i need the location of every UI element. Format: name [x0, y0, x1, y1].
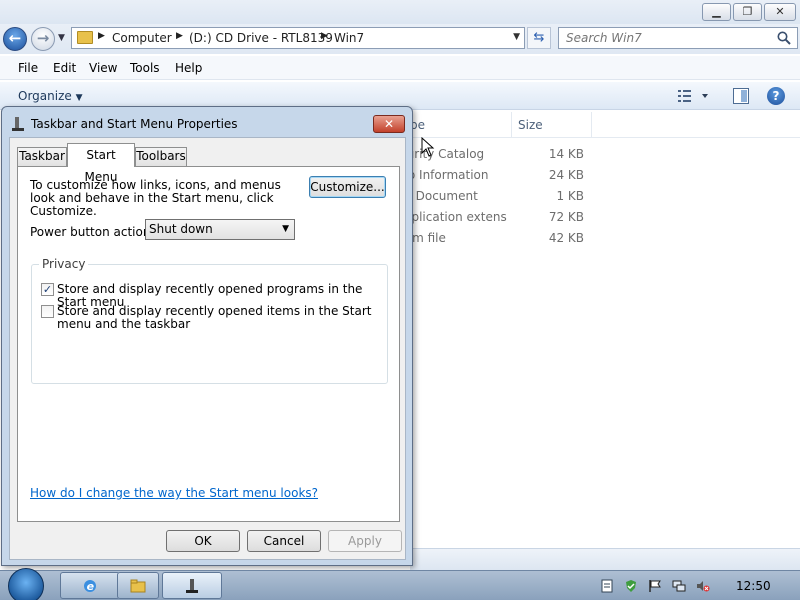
view-options-icon[interactable]: [677, 88, 711, 104]
menu-bar: File Edit View Tools Help: [0, 56, 800, 80]
file-size: 1 KB: [556, 189, 584, 203]
maximize-button[interactable]: ❐: [733, 3, 762, 21]
column-divider[interactable]: [511, 112, 512, 138]
dialog-title: Taskbar and Start Menu Properties: [31, 117, 238, 131]
taskbar-properties-window[interactable]: [162, 572, 222, 599]
tab-taskbar[interactable]: Taskbar: [17, 147, 67, 166]
flag-icon[interactable]: [648, 579, 662, 593]
file-size: 42 KB: [548, 231, 584, 245]
file-type: tem file: [400, 231, 446, 245]
customize-button[interactable]: Customize...: [309, 176, 386, 198]
start-menu-tab-panel: To customize how links, icons, and menus…: [17, 166, 400, 522]
power-button-action-select[interactable]: Shut down ▼: [145, 219, 295, 240]
organize-button[interactable]: Organize ▼: [18, 89, 83, 103]
cancel-button[interactable]: Cancel: [247, 530, 321, 552]
chevron-down-icon: ▼: [75, 93, 83, 103]
chevron-down-icon: ▼: [282, 224, 289, 234]
description-text: To customize how links, icons, and menus…: [30, 178, 281, 218]
back-button[interactable]: ←: [3, 27, 27, 51]
preview-pane-icon[interactable]: [733, 88, 749, 104]
help-icon[interactable]: ?: [767, 87, 785, 105]
network-icon[interactable]: [672, 579, 686, 593]
close-button[interactable]: ✕: [764, 3, 796, 21]
search-icon[interactable]: [776, 30, 792, 46]
breadcrumb-computer[interactable]: Computer: [112, 31, 172, 45]
menu-file[interactable]: File: [18, 61, 38, 75]
dialog-body: Taskbar Start Menu Toolbars To customize…: [9, 137, 406, 560]
forward-button[interactable]: →: [31, 27, 55, 51]
address-row: ← → ▼ ▶ Computer ▶ (D:) CD Drive - RTL81…: [0, 24, 800, 54]
dialog-close-button[interactable]: ✕: [373, 115, 405, 133]
recent-programs-checkbox[interactable]: ✓: [41, 283, 54, 296]
file-type: curity Catalog: [400, 147, 485, 161]
action-center-icon[interactable]: [600, 579, 614, 593]
ok-button[interactable]: OK: [166, 530, 240, 552]
details-pane: [410, 548, 800, 570]
file-type: xt Document: [400, 189, 478, 203]
start-button[interactable]: [8, 568, 44, 600]
folder-icon: [77, 31, 93, 44]
search-box[interactable]: [558, 27, 798, 49]
menu-view[interactable]: View: [89, 61, 117, 75]
breadcrumb-win7[interactable]: Win7: [334, 31, 364, 45]
taskbar-properties-icon: [186, 579, 198, 593]
chevron-right-icon[interactable]: ▶: [98, 31, 105, 41]
security-shield-icon[interactable]: [624, 579, 638, 593]
search-input[interactable]: [559, 28, 769, 48]
file-size: 14 KB: [548, 147, 584, 161]
taskbar-properties-icon: [12, 117, 24, 131]
file-row[interactable]: up Information 24 KB: [400, 165, 800, 186]
recent-items-checkbox[interactable]: [41, 305, 54, 318]
menu-tools[interactable]: Tools: [130, 61, 160, 75]
column-size-header[interactable]: Size: [518, 118, 543, 132]
file-row[interactable]: tem file 42 KB: [400, 228, 800, 249]
folder-icon: [130, 579, 146, 593]
file-row[interactable]: plication extens... 72 KB: [400, 207, 800, 228]
privacy-group: Privacy ✓ Store and display recently ope…: [31, 257, 388, 384]
power-button-value: Shut down: [149, 222, 213, 236]
file-size: 24 KB: [548, 168, 584, 182]
recent-items-label[interactable]: Store and display recently opened items …: [57, 305, 382, 331]
apply-button[interactable]: Apply: [328, 530, 402, 552]
explorer-title-bar: ▁ ❐ ✕: [0, 0, 800, 24]
file-list-header: pe Size: [400, 112, 800, 138]
address-dropdown-icon[interactable]: ▼: [513, 32, 520, 42]
power-button-label: Power button action:: [30, 225, 155, 239]
chevron-right-icon[interactable]: ▶: [176, 31, 183, 41]
address-bar[interactable]: ▶ Computer ▶ (D:) CD Drive - RTL8139 ▶ W…: [71, 27, 525, 49]
menu-help[interactable]: Help: [175, 61, 202, 75]
refresh-button[interactable]: ⇆: [527, 27, 551, 49]
minimize-button[interactable]: ▁: [702, 3, 731, 21]
file-size: 72 KB: [548, 210, 584, 224]
taskbar-internet-explorer[interactable]: e: [60, 572, 120, 599]
taskbar: e 12:50: [0, 568, 800, 600]
breadcrumb-cd-drive[interactable]: (D:) CD Drive - RTL8139: [189, 31, 333, 45]
file-row[interactable]: curity Catalog 14 KB: [400, 144, 800, 165]
start-menu-help-link[interactable]: How do I change the way the Start menu l…: [30, 486, 318, 500]
clock[interactable]: 12:50: [736, 579, 771, 593]
file-row[interactable]: xt Document 1 KB: [400, 186, 800, 207]
tab-toolbars[interactable]: Toolbars: [135, 147, 187, 166]
tab-start-menu[interactable]: Start Menu: [67, 143, 135, 184]
column-divider[interactable]: [591, 112, 592, 138]
menu-edit[interactable]: Edit: [53, 61, 76, 75]
taskbar-windows-explorer[interactable]: [117, 572, 159, 599]
recent-pages-dropdown-icon[interactable]: ▼: [58, 33, 65, 43]
organize-label: Organize: [18, 89, 72, 103]
mouse-cursor-icon: [421, 137, 435, 157]
internet-explorer-icon: e: [84, 580, 96, 593]
volume-muted-icon[interactable]: [696, 579, 710, 593]
chevron-right-icon[interactable]: ▶: [321, 31, 328, 41]
privacy-label: Privacy: [39, 257, 89, 271]
file-type: plication extens...: [400, 210, 507, 224]
svg-text:e: e: [87, 580, 95, 593]
file-type: up Information: [400, 168, 489, 182]
taskbar-properties-dialog: Taskbar and Start Menu Properties ✕ Task…: [1, 106, 413, 566]
